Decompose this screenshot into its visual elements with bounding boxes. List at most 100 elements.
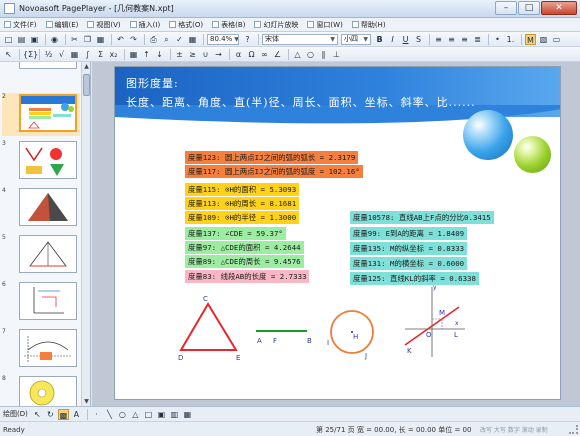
measurement-label[interactable]: 度量113: ⊙H的周长 = 8.1681 <box>185 197 300 210</box>
align-right-icon[interactable]: ≡ <box>459 34 470 45</box>
measurement-label[interactable]: 度量10578: 直线AB上F点的分比0.3415 <box>350 211 494 224</box>
menu-format[interactable]: 格式(O) <box>169 20 203 30</box>
fraction-icon[interactable]: ½ <box>43 49 54 60</box>
circle-icon[interactable]: ○ <box>305 49 316 60</box>
font-select[interactable]: 宋体 ▼ <box>262 33 338 45</box>
resize-grip-icon[interactable] <box>569 425 578 434</box>
scroll-down-icon[interactable]: ▼ <box>82 397 91 406</box>
underline-button[interactable]: U <box>400 34 411 45</box>
perpendicular-icon[interactable]: ⊥ <box>331 49 342 60</box>
union-icon[interactable]: ∪ <box>200 49 211 60</box>
grid-lines-icon[interactable]: ▦ <box>128 49 139 60</box>
play-icon[interactable]: ◉ <box>49 34 60 45</box>
pointer-icon[interactable]: ↖ <box>32 409 43 420</box>
open-icon[interactable]: ▤ <box>16 34 27 45</box>
rotate-icon[interactable]: ↻ <box>45 409 56 420</box>
bold-button[interactable]: B <box>374 34 385 45</box>
sum-icon[interactable]: Σ <box>95 49 106 60</box>
select-icon[interactable]: ↖ <box>3 49 14 60</box>
italic-button[interactable]: I <box>387 34 398 45</box>
menu-table[interactable]: 表格(B) <box>212 20 245 30</box>
greek-omega-icon[interactable]: Ω <box>246 49 257 60</box>
grid-icon[interactable]: ▦ <box>187 34 198 45</box>
matrix-icon[interactable]: ▦ <box>69 49 80 60</box>
point-icon[interactable]: · <box>91 409 102 420</box>
shadow-button[interactable]: S <box>413 34 424 45</box>
font-size-select[interactable]: 小四 ▼ <box>341 33 371 45</box>
paste-icon[interactable]: ▦ <box>95 34 106 45</box>
measurement-label[interactable]: 度量117: 圆上两点IJ之间的弧的弧度 = 102.16° <box>185 165 363 178</box>
measurement-label[interactable]: 度量99: E到A的距离 = 1.8409 <box>350 227 468 240</box>
slide-thumbnail[interactable]: 8 <box>2 375 80 406</box>
bullets-icon[interactable]: • <box>492 34 503 45</box>
align-left-icon[interactable]: ≡ <box>433 34 444 45</box>
brace-icon[interactable]: {Σ} <box>23 49 38 60</box>
slide-thumbnail[interactable]: 2 <box>2 93 80 136</box>
arrow-up-icon[interactable]: ↑ <box>141 49 152 60</box>
greek-alpha-icon[interactable]: α <box>233 49 244 60</box>
close-button[interactable]: ✕ <box>541 1 577 15</box>
menu-view[interactable]: 视图(V) <box>87 20 121 30</box>
justify-icon[interactable]: ≣ <box>472 34 483 45</box>
integral-icon[interactable]: ∫ <box>82 49 93 60</box>
save-icon[interactable]: ▣ <box>29 34 40 45</box>
measurement-label[interactable]: 度量131: M的横坐标 = 0.6000 <box>350 257 468 270</box>
radical-icon[interactable]: √ <box>56 49 67 60</box>
slide-thumbnail[interactable]: 7 <box>2 328 80 371</box>
font-color-icon[interactable]: M <box>525 33 536 45</box>
chart-icon[interactable]: ▥ <box>169 409 180 420</box>
plus-minus-icon[interactable]: ± <box>174 49 185 60</box>
measurement-label[interactable]: 度量135: M的纵坐标 = 0.8333 <box>350 242 468 255</box>
line-color-icon[interactable]: ▭ <box>551 34 562 45</box>
text-box-icon[interactable]: A <box>71 409 82 420</box>
slide-thumbnail[interactable]: 3 <box>2 140 80 183</box>
measurement-label[interactable]: 度量97: △CDE的面积 = 4.2644 <box>185 241 304 254</box>
fill-color-icon[interactable]: ▧ <box>538 34 549 45</box>
menu-help[interactable]: 帮助(H) <box>351 20 386 30</box>
arrow-right-icon[interactable]: → <box>213 49 224 60</box>
slide-thumbnail[interactable]: 5 <box>2 234 80 277</box>
line-icon[interactable]: ╲ <box>104 409 115 420</box>
triangle-tool-icon[interactable]: △ <box>130 409 141 420</box>
table-icon[interactable]: ▦ <box>182 409 193 420</box>
menu-insert[interactable]: 插入(I) <box>129 20 160 30</box>
triangle-icon[interactable]: △ <box>292 49 303 60</box>
pattern-icon[interactable]: ▩ <box>57 408 69 420</box>
cut-icon[interactable]: ✂ <box>69 34 80 45</box>
slide-thumbnail[interactable]: 4 <box>2 187 80 230</box>
angle-icon[interactable]: ∠ <box>272 49 283 60</box>
slide-thumbnail[interactable]: 6 <box>2 281 80 324</box>
undo-icon[interactable]: ↶ <box>115 34 126 45</box>
measurement-label[interactable]: 度量89: △CDE的周长 = 9.4576 <box>185 255 304 268</box>
geq-icon[interactable]: ≥ <box>187 49 198 60</box>
copy-icon[interactable]: ❐ <box>82 34 93 45</box>
menu-window[interactable]: 窗口(W) <box>307 20 343 30</box>
thumbnail-scrollbar[interactable]: ▲ ▼ <box>81 62 90 406</box>
oval-icon[interactable]: ○ <box>117 409 128 420</box>
measurement-label[interactable]: 度量123: 圆上两点IJ之间的弧的弧长 = 2.3179 <box>185 151 359 164</box>
scroll-up-icon[interactable]: ▲ <box>82 62 91 71</box>
print-icon[interactable]: ⎙ <box>148 34 159 45</box>
scrollbar-thumb[interactable] <box>83 74 90 96</box>
measurement-label[interactable]: 度量109: ⊙H的半径 = 1.3000 <box>185 211 300 224</box>
arrow-down-icon[interactable]: ↓ <box>154 49 165 60</box>
menu-slideshow[interactable]: 幻灯片放映 <box>254 20 298 30</box>
spell-icon[interactable]: ✓ <box>174 34 185 45</box>
measurement-label[interactable]: 度量115: ⊙H的面积 = 5.3093 <box>185 183 300 196</box>
minimize-button[interactable]: – <box>495 1 517 15</box>
preview-icon[interactable]: ⌕ <box>161 34 172 45</box>
draw-menu[interactable]: 绘图(D) <box>3 409 28 419</box>
parallel-icon[interactable]: ∥ <box>318 49 329 60</box>
maximize-button[interactable]: □ <box>518 1 540 15</box>
subscript-icon[interactable]: x₂ <box>108 49 119 60</box>
redo-icon[interactable]: ↷ <box>128 34 139 45</box>
menu-file[interactable]: 文件(F) <box>4 20 37 30</box>
align-center-icon[interactable]: ≡ <box>446 34 457 45</box>
menu-edit[interactable]: 编辑(E) <box>45 20 78 30</box>
slide-thumbnail[interactable]: 1 <box>2 62 80 72</box>
rectangle-icon[interactable]: □ <box>143 409 154 420</box>
image-icon[interactable]: ▣ <box>156 409 167 420</box>
infinity-icon[interactable]: ∞ <box>259 49 270 60</box>
new-icon[interactable]: □ <box>3 34 14 45</box>
zoom-select[interactable]: 80.4% ▼ <box>207 33 239 45</box>
